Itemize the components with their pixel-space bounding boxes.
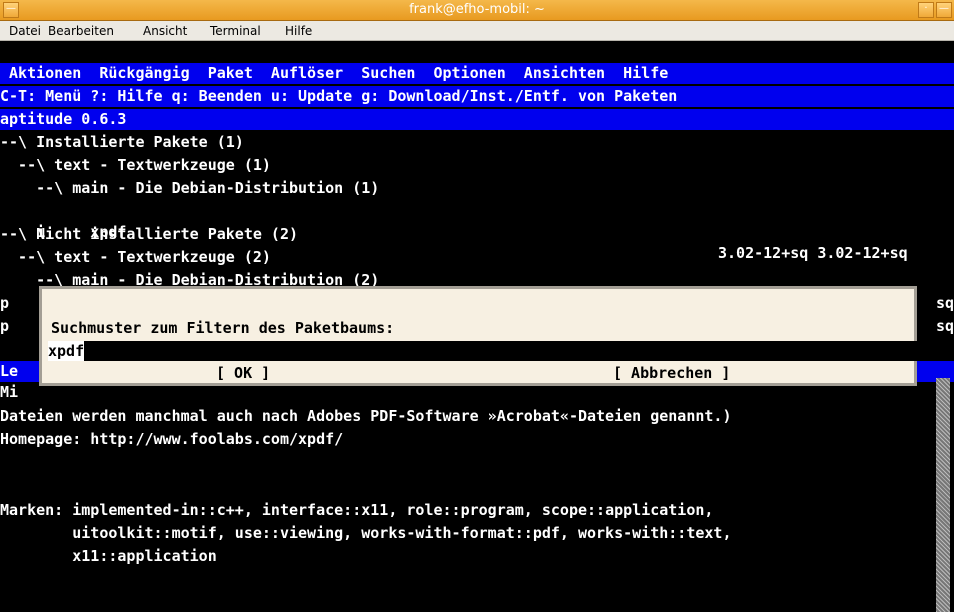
tree-not-installed-group[interactable]: --\ Nicht installierte Pakete (2) [0, 224, 298, 245]
tags-values-1: implemented-in::c++, interface::x11, rol… [63, 501, 714, 519]
homepage-url[interactable]: http://www.foolabs.com/xpdf/ [81, 430, 343, 448]
filter-prompt: Suchmuster zum Filtern des Paketbaums: [51, 319, 395, 337]
tags-line-1: Marken: implemented-in::c++, interface::… [0, 500, 713, 521]
description-scrollbar[interactable] [936, 378, 950, 612]
package-versions: 3.02-12+sq 3.02-12+sq [718, 244, 908, 262]
minimize-button[interactable]: · [918, 2, 934, 18]
tree-text-not-installed[interactable]: --\ text - Textwerkzeuge (2) [0, 247, 271, 268]
aptitude-version: aptitude 0.6.3 [0, 109, 954, 130]
maximize-icon: — [939, 3, 949, 14]
menu-hilfe[interactable]: Hilfe [285, 24, 312, 38]
window-titlebar[interactable]: — frank@efho-mobil: ~ · — [0, 0, 954, 21]
tags-line-3: x11::application [0, 547, 217, 565]
aptitude-menubar[interactable]: Aktionen Rückgängig Paket Auflöser Suche… [0, 63, 954, 84]
package-row-hidden-2[interactable]: p [0, 316, 9, 337]
terminal-area[interactable]: Aktionen Rückgängig Paket Auflöser Suche… [0, 41, 954, 612]
minimize-icon: · [924, 3, 928, 14]
menubar: Datei Bearbeiten Ansicht Terminal Hilfe [0, 21, 954, 41]
package-row-hidden-2-ver: sq [936, 317, 954, 335]
homepage-label: Homepage: [0, 430, 82, 448]
tree-text-installed[interactable]: --\ text - Textwerkzeuge (1) [0, 155, 271, 176]
menu-datei[interactable]: Datei [9, 24, 41, 38]
homepage-line: Homepage: http://www.foolabs.com/xpdf/ [0, 429, 343, 450]
window-title: frank@efho-mobil: ~ [409, 2, 545, 17]
aptitude-helpline: C-T: Menü ?: Hilfe q: Beenden u: Update … [0, 86, 954, 107]
menu-bearbeiten[interactable]: Bearbeiten [48, 24, 114, 38]
maximize-button[interactable]: — [936, 2, 952, 18]
description-header-partial: Le [0, 362, 19, 380]
filter-input[interactable]: xpdf [48, 341, 920, 361]
description-partial-line: Mi [0, 383, 19, 401]
tags-label: Marken: [0, 501, 64, 519]
tree-main-installed[interactable]: --\ main - Die Debian-Distribution (1) [0, 178, 379, 199]
package-row-hidden-1-ver: sq [936, 294, 954, 312]
cancel-button[interactable]: [ Abbrechen ] [613, 364, 730, 382]
ok-button[interactable]: [ OK ] [216, 364, 270, 382]
package-row-xpdf[interactable]: i xpdf 3.02-12+sq 3.02-12+sq [0, 201, 954, 262]
tags-line-2: uitoolkit::motif, use::viewing, works-wi… [0, 524, 732, 542]
tree-installed-group[interactable]: --\ Installierte Pakete (1) [0, 132, 244, 153]
package-row-hidden-1[interactable]: p [0, 293, 9, 314]
filter-input-value: xpdf [48, 341, 85, 361]
menu-ansicht[interactable]: Ansicht [143, 24, 187, 38]
filter-dialog: Suchmuster zum Filtern des Paketbaums: x… [39, 286, 920, 386]
description-line: Dateien werden manchmal auch nach Adobes… [0, 407, 732, 425]
menu-terminal[interactable]: Terminal [210, 24, 261, 38]
